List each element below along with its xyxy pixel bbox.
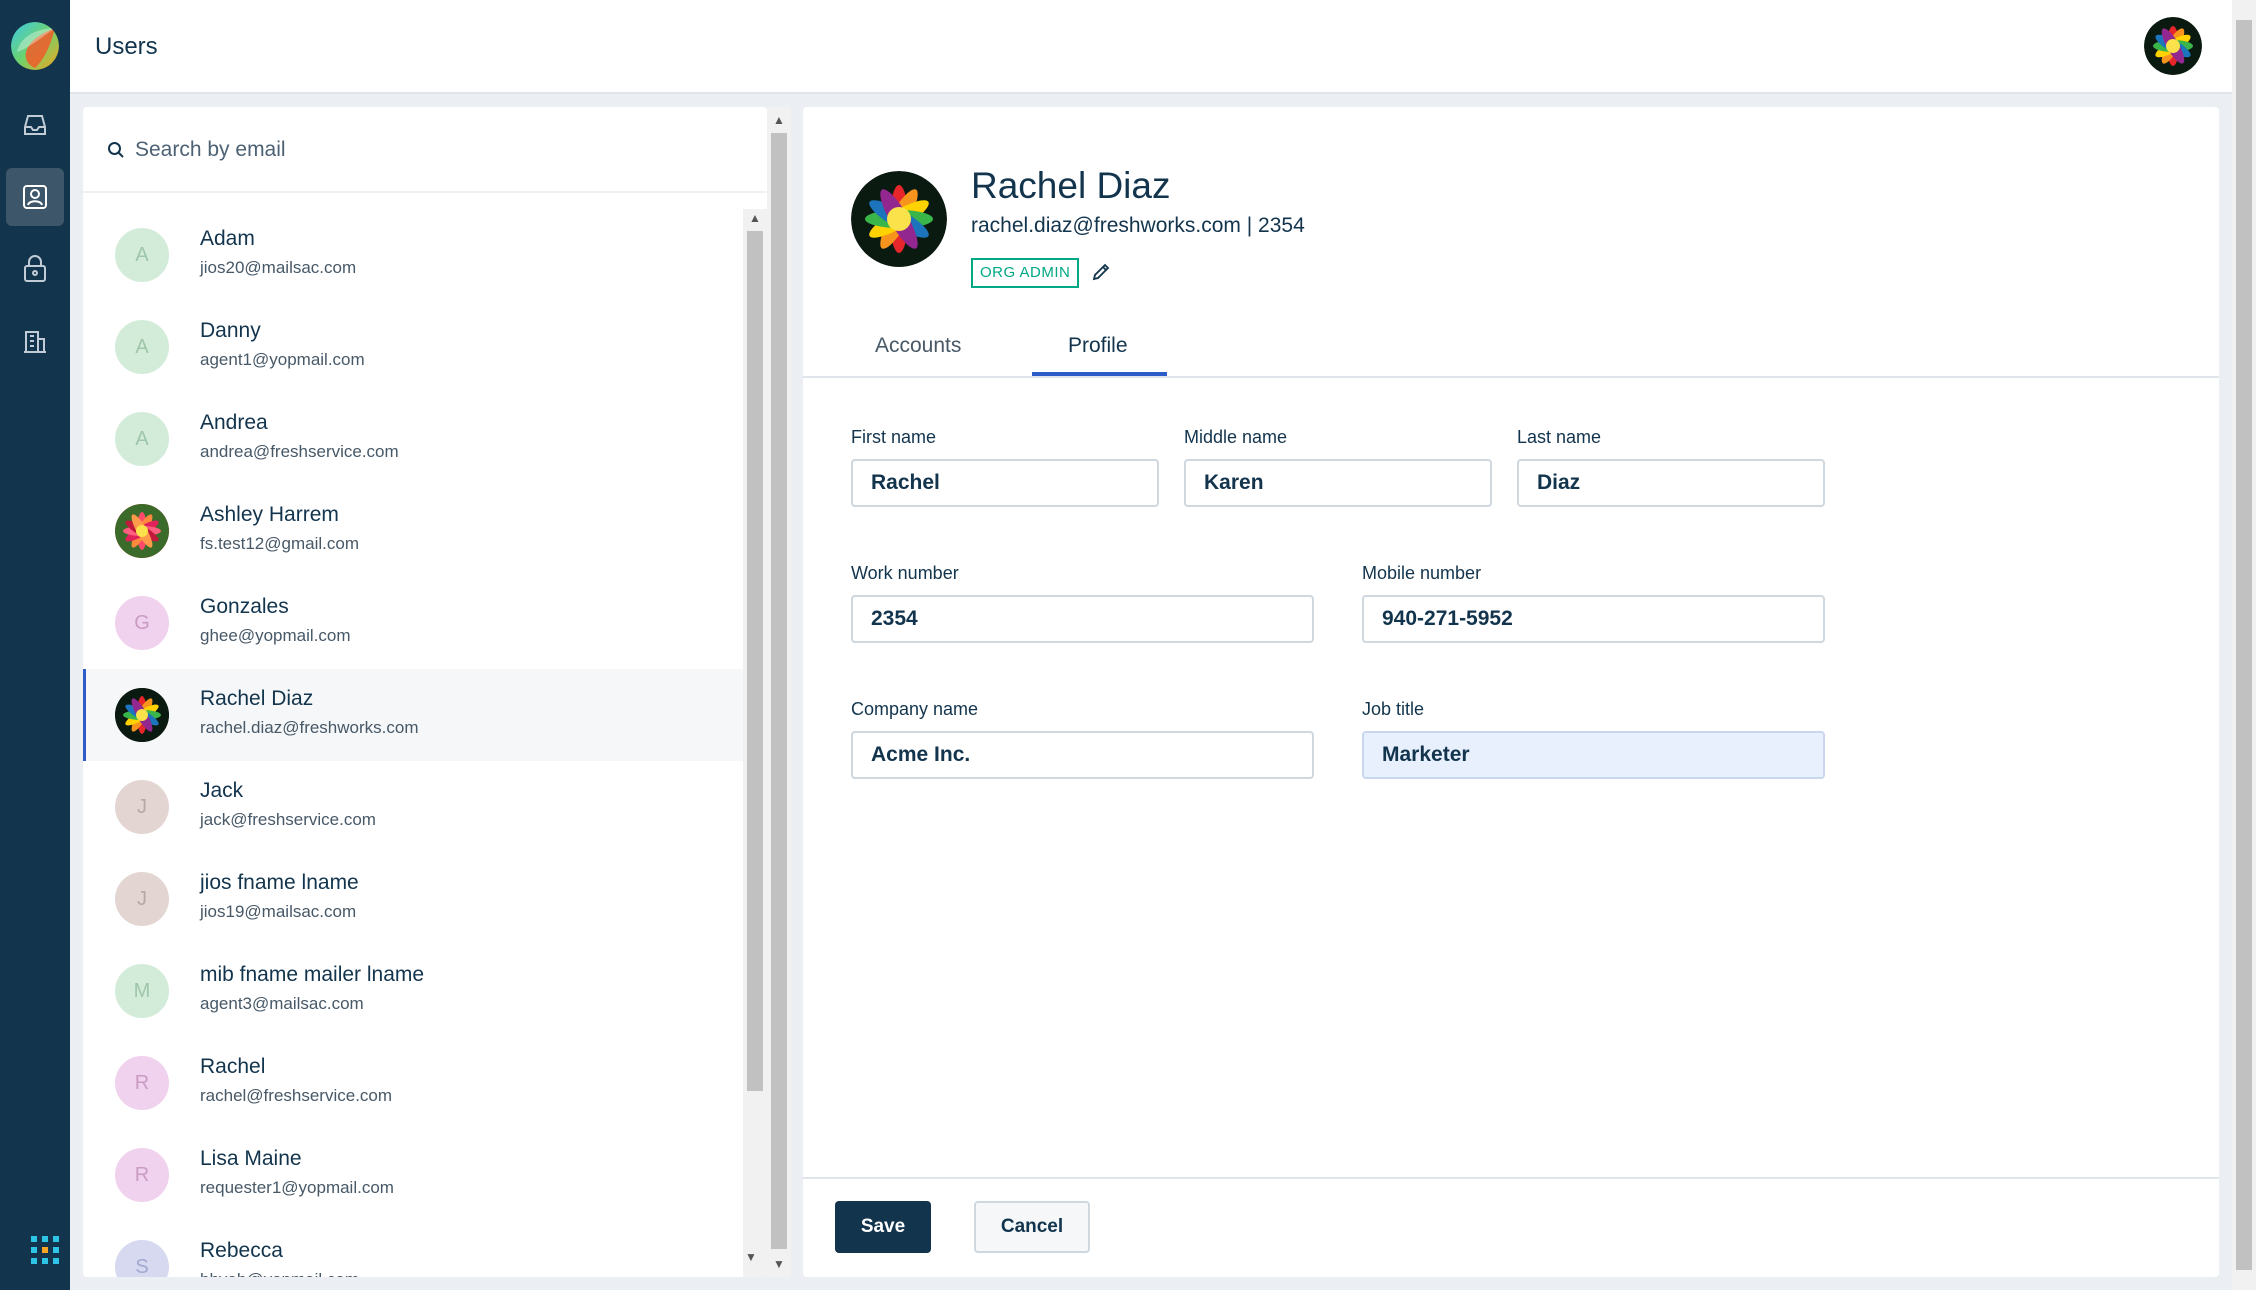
company-name-field[interactable] — [851, 731, 1314, 779]
user-email: requester1@yopmail.com — [200, 1178, 394, 1197]
search-input[interactable] — [135, 129, 735, 171]
profile-email-phone: rachel.diaz@freshworks.com | 2354 — [971, 214, 1305, 237]
user-list-item[interactable]: A Danny agent1@yopmail.com — [83, 301, 743, 393]
inbox-icon — [24, 115, 46, 135]
nav-organization[interactable] — [6, 312, 64, 370]
user-avatar: R — [115, 1056, 169, 1110]
apps-grid-icon[interactable] — [31, 1236, 59, 1269]
user-email: agent3@mailsac.com — [200, 994, 364, 1013]
user-avatar: A — [115, 412, 169, 466]
window-scrollbar[interactable] — [2232, 0, 2256, 1290]
user-email: jios20@mailsac.com — [200, 258, 357, 277]
save-button[interactable]: Save — [835, 1201, 931, 1253]
user-email: rachel.diaz@freshworks.com — [200, 718, 419, 737]
user-name: Ashley Harrem — [200, 503, 339, 526]
top-header: Users — [70, 0, 2232, 94]
user-list-item[interactable]: Mmib fname mailer lname agent3@mailsac.co… — [83, 945, 743, 1037]
user-name: Rachel — [200, 1055, 266, 1078]
search-icon — [108, 142, 124, 158]
freshworks-logo-icon[interactable] — [11, 22, 59, 70]
tab-profile[interactable]: Profile — [1068, 334, 1128, 358]
user-name: Adam — [200, 227, 255, 250]
profile-name: Rachel Diaz — [971, 165, 1171, 206]
user-list-scroll-down[interactable]: ▼ — [745, 1250, 757, 1264]
active-tab-indicator — [1032, 372, 1167, 376]
user-name: Rebecca — [200, 1239, 283, 1262]
user-email: hhyeh@yopmail.com — [200, 1270, 359, 1277]
first-name-field[interactable] — [851, 459, 1159, 507]
user-detail-panel: Rachel Diaz rachel.diaz@freshworks.com |… — [803, 107, 2219, 1277]
work-number-field[interactable] — [851, 595, 1314, 643]
user-email: jack@freshservice.com — [200, 810, 376, 829]
user-email: ghee@yopmail.com — [200, 626, 351, 645]
user-avatar — [115, 688, 169, 742]
cancel-button[interactable]: Cancel — [974, 1201, 1090, 1253]
user-email: andrea@freshservice.com — [200, 442, 399, 461]
profile-avatar — [851, 171, 947, 267]
job-title-field[interactable] — [1362, 731, 1825, 779]
user-avatar: J — [115, 780, 169, 834]
lock-icon — [24, 255, 46, 282]
user-name: Lisa Maine — [200, 1147, 302, 1170]
user-list-item[interactable]: Rachel Diaz rachel.diaz@freshworks.com — [83, 669, 743, 761]
user-avatar: S — [115, 1240, 169, 1277]
list-panel-scrollbar[interactable]: ▲ ▼ — [767, 107, 791, 1277]
nav-users[interactable] — [6, 168, 64, 226]
user-name: Jack — [200, 779, 244, 802]
user-name: mib fname mailer lname — [200, 963, 425, 986]
form-footer-divider — [803, 1177, 2219, 1179]
user-list-item[interactable]: A Adam jios20@mailsac.com — [83, 209, 743, 301]
left-nav-rail — [0, 0, 70, 1290]
user-list-item[interactable]: R Rachel rachel@freshservice.com — [83, 1037, 743, 1129]
mobile-number-label: Mobile number — [1362, 563, 1482, 583]
middle-name-field[interactable] — [1184, 459, 1492, 507]
user-email: agent1@yopmail.com — [200, 350, 365, 369]
user-email: rachel@freshservice.com — [200, 1086, 393, 1105]
user-avatar — [115, 504, 169, 558]
user-email: fs.test12@gmail.com — [200, 534, 359, 553]
user-avatar: M — [115, 964, 169, 1018]
company-name-label: Company name — [851, 699, 979, 719]
user-name: jios fname lname — [200, 871, 359, 894]
job-title-label: Job title — [1362, 699, 1425, 719]
edit-pencil-icon[interactable] — [1091, 262, 1111, 282]
user-name: Gonzales — [200, 595, 289, 618]
work-number-label: Work number — [851, 563, 959, 583]
user-avatar: G — [115, 596, 169, 650]
current-user-avatar[interactable] — [2144, 17, 2202, 75]
user-name: Rachel Diaz — [200, 687, 314, 710]
user-list-item[interactable]: R Lisa Maine requester1@yopmail.com — [83, 1129, 743, 1221]
user-list-item[interactable]: S Rebecca hhyeh@yopmail.com — [83, 1221, 743, 1277]
user-list-item[interactable]: Ashley Harrem fs.test12@gmail.com — [83, 485, 743, 577]
user-list-item[interactable]: A Andrea andrea@freshservice.com — [83, 393, 743, 485]
detail-tabs: Accounts Profile — [803, 312, 2219, 378]
user-list-panel: A Adam jios20@mailsac.com A Danny agent1@yopm… — [83, 107, 767, 1277]
user-avatar: A — [115, 320, 169, 374]
last-name-field[interactable] — [1517, 459, 1825, 507]
user-list: A Adam jios20@mailsac.com A Danny agent1@yopm… — [83, 209, 743, 1277]
user-list-item[interactable]: G Gonzales ghee@yopmail.com — [83, 577, 743, 669]
first-name-label: First name — [851, 427, 937, 447]
user-avatar: A — [115, 228, 169, 282]
user-list-item[interactable]: J Jack jack@freshservice.com — [83, 761, 743, 853]
page-title: Users — [95, 33, 158, 60]
user-name: Danny — [200, 319, 261, 342]
user-email: jios19@mailsac.com — [200, 902, 357, 921]
building-icon — [24, 331, 46, 353]
tab-accounts[interactable]: Accounts — [875, 334, 961, 358]
user-list-item[interactable]: Jjios fname lname jios19@mailsac.com — [83, 853, 743, 945]
user-avatar: R — [115, 1148, 169, 1202]
mobile-number-field[interactable] — [1362, 595, 1825, 643]
user-name: Andrea — [200, 411, 268, 434]
role-badge: ORG ADMIN — [971, 258, 1080, 288]
nav-inbox[interactable] — [6, 96, 64, 154]
contact-card-icon — [23, 185, 47, 209]
user-avatar: J — [115, 872, 169, 926]
middle-name-label: Middle name — [1184, 427, 1288, 447]
search-bar — [83, 107, 767, 193]
last-name-label: Last name — [1517, 427, 1602, 447]
user-list-scrollbar[interactable]: ▲ — [743, 209, 767, 1277]
nav-security[interactable] — [6, 240, 64, 298]
